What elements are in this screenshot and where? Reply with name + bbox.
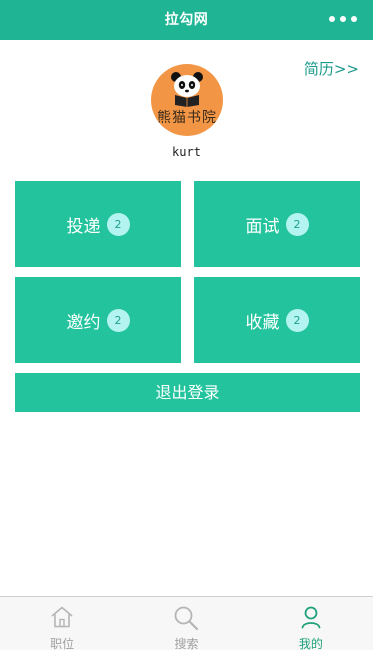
dot [340, 16, 346, 22]
tile-label: 邀约 [66, 312, 101, 333]
dot [329, 16, 335, 22]
more-dots-icon[interactable] [329, 16, 357, 22]
count-badge: 2 [285, 212, 309, 236]
tile-label: 收藏 [245, 312, 280, 333]
avatar[interactable]: 熊猫书院 [151, 64, 223, 136]
bottom-tab-bar: 职位 搜索 我的 [0, 596, 373, 651]
tab-jobs[interactable]: 职位 [0, 597, 124, 651]
tab-label: 我的 [298, 637, 323, 651]
search-icon [175, 606, 199, 631]
tile-favorites[interactable]: 收藏 2 [194, 277, 360, 363]
tab-label: 职位 [50, 637, 75, 651]
tile-label: 面试 [245, 216, 280, 237]
avatar-logo-text: 熊猫书院 [157, 110, 217, 126]
logout-button[interactable]: 退出登录 [15, 373, 360, 412]
count-badge: 2 [285, 308, 309, 332]
username: kurt [172, 145, 201, 159]
tab-mine[interactable]: 我的 [249, 597, 373, 651]
count-badge: 2 [106, 212, 130, 236]
home-icon [51, 606, 73, 628]
count-badge: 2 [106, 308, 130, 332]
tile-invitation[interactable]: 邀约 2 [15, 277, 181, 363]
app-title: 拉勾网 [164, 12, 209, 28]
resume-link[interactable]: 简历>> [304, 58, 359, 79]
tile-deliver[interactable]: 投递 2 [15, 181, 181, 267]
tile-label: 投递 [66, 216, 101, 237]
tile-interview[interactable]: 面试 2 [194, 181, 360, 267]
app-header: 拉勾网 [0, 0, 373, 40]
dot [351, 16, 357, 22]
tab-label: 搜索 [174, 637, 199, 651]
user-icon [301, 606, 321, 629]
tab-search[interactable]: 搜索 [124, 597, 248, 651]
